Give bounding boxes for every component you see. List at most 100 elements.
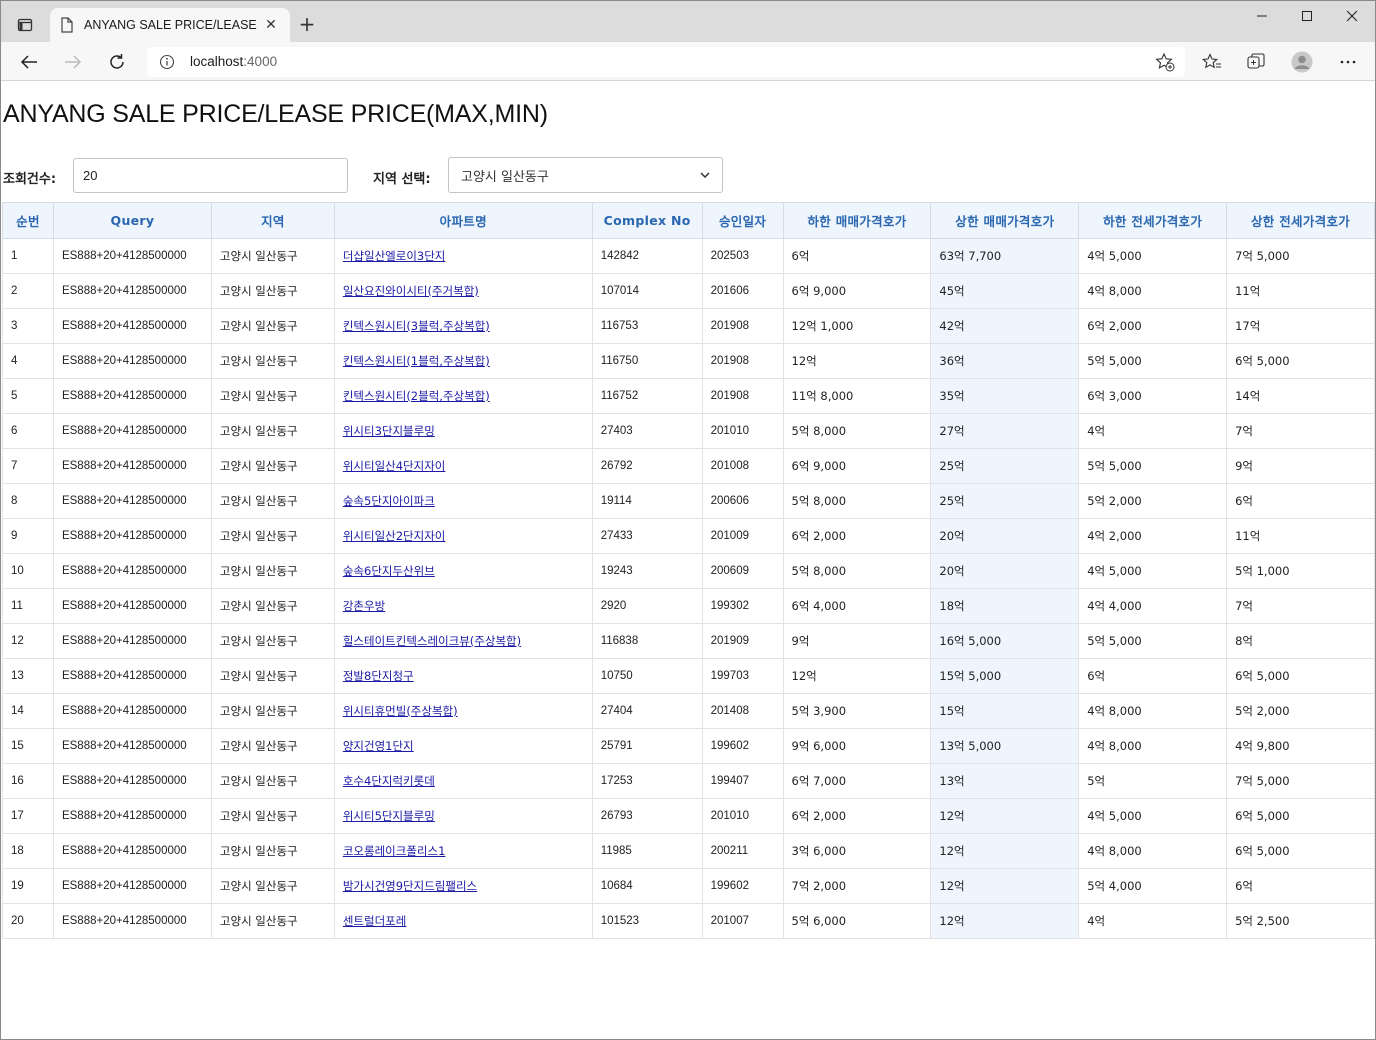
minimize-icon[interactable] [1239, 1, 1285, 31]
cell-col-apartment-name: 위시티5단지블루밍 [333, 798, 593, 834]
cell-col-complex-no: 26792 [591, 448, 703, 484]
cell-col-query: ES888+20+4128500000 [52, 763, 212, 799]
cell-col-index: 6 [2, 413, 54, 449]
cell-col-min-lease-price: 4억 5,000 [1078, 553, 1228, 589]
count-label: 조회건수: [3, 172, 57, 187]
page-icon [61, 17, 73, 33]
cell-col-index: 3 [2, 308, 54, 344]
cell-col-index: 20 [2, 903, 54, 939]
cell-col-complex-no: 27403 [591, 413, 703, 449]
apartment-link[interactable]: 코오롱레이크폴리스1 [343, 844, 446, 858]
cell-col-min-sale-price: 5억 3,900 [782, 693, 932, 729]
cell-col-approval-date: 200211 [701, 833, 784, 869]
cell-col-max-lease-price: 6억 [1226, 483, 1375, 519]
apartment-link[interactable]: 킨텍스원시티(2블럭,주상복합) [343, 389, 490, 403]
cell-col-region: 고양시 일산동구 [210, 833, 335, 869]
apartment-link[interactable]: 숲속6단지두산위브 [343, 564, 435, 578]
tab-actions-button[interactable] [11, 11, 39, 39]
more-menu-icon[interactable] [1334, 48, 1362, 76]
cell-col-complex-no: 26793 [591, 798, 703, 834]
cell-col-min-lease-price: 5억 2,000 [1078, 483, 1228, 519]
cell-col-index: 12 [2, 623, 54, 659]
apartment-link[interactable]: 위시티일산2단지자이 [343, 529, 446, 543]
cell-col-min-sale-price: 6억 9,000 [782, 273, 932, 309]
cell-col-max-lease-price: 7억 5,000 [1226, 238, 1375, 274]
cell-col-max-sale-price: 42억 [930, 308, 1080, 344]
table-row: 2 ES888+20+4128500000 고양시 일산동구 일산요진와이시티(주거복… [2, 273, 1375, 309]
cell-col-approval-date: 201007 [701, 903, 784, 939]
address-bar[interactable]: localhost:4000 [147, 47, 1185, 77]
cell-col-min-lease-price: 5억 5,000 [1078, 623, 1228, 659]
table-row: 18 ES888+20+4128500000 고양시 일산동구 코오롱레이크폴리스1 1… [2, 833, 1375, 869]
cell-col-complex-no: 2920 [591, 588, 703, 624]
cell-col-approval-date: 201908 [701, 343, 784, 379]
cell-col-min-lease-price: 4억 2,000 [1078, 518, 1228, 554]
cell-col-query: ES888+20+4128500000 [52, 623, 212, 659]
apartment-link[interactable]: 힐스테이트킨텍스레이크뷰(주상복합) [343, 634, 521, 648]
cell-col-apartment-name: 킨텍스원시티(2블럭,주상복합) [333, 378, 593, 414]
cell-col-max-sale-price: 20억 [930, 518, 1080, 554]
maximize-icon[interactable] [1284, 1, 1330, 31]
cell-col-apartment-name: 위시티휴먼빌(주상복합) [333, 693, 593, 729]
cell-col-min-lease-price: 6억 3,000 [1078, 378, 1228, 414]
cell-col-max-sale-price: 13억 5,000 [930, 728, 1080, 764]
apartment-link[interactable]: 더샵일산엘로이3단지 [343, 249, 446, 263]
cell-col-query: ES888+20+4128500000 [52, 448, 212, 484]
apartment-link[interactable]: 일산요진와이시티(주거복합) [343, 284, 479, 298]
cell-col-query: ES888+20+4128500000 [52, 378, 212, 414]
page-content: ANYANG SALE PRICE/LEASE PRICE(MAX,MIN) 조… [1, 82, 1375, 1039]
back-icon[interactable] [15, 48, 43, 76]
url-port: :4000 [243, 54, 278, 69]
apartment-link[interactable]: 정발8단지청구 [343, 669, 414, 683]
cell-col-region: 고양시 일산동구 [210, 903, 335, 939]
cell-col-max-sale-price: 13억 [930, 763, 1080, 799]
region-select[interactable]: 고양시 일산동구 [448, 157, 723, 193]
cell-col-approval-date: 201010 [701, 413, 784, 449]
cell-col-max-lease-price: 9억 [1226, 448, 1375, 484]
apartment-link[interactable]: 숲속5단지아이파크 [343, 494, 435, 508]
apartment-link[interactable]: 센트럴더포레 [343, 914, 406, 928]
apartment-link[interactable]: 위시티일산4단지자이 [343, 459, 446, 473]
chevron-down-icon [700, 172, 710, 178]
apartment-link[interactable]: 위시티휴먼빌(주상복합) [343, 704, 458, 718]
apartment-link[interactable]: 위시티3단지블루밍 [343, 424, 435, 438]
close-window-icon[interactable] [1329, 1, 1375, 31]
cell-col-min-sale-price: 11억 8,000 [782, 378, 932, 414]
cell-col-complex-no: 101523 [591, 903, 703, 939]
cell-col-max-lease-price: 5억 1,000 [1226, 553, 1375, 589]
cell-col-complex-no: 27433 [591, 518, 703, 554]
tab-close-icon[interactable]: ✕ [262, 17, 280, 33]
apartment-link[interactable]: 호수4단지럭키롯데 [343, 774, 435, 788]
cell-col-approval-date: 200609 [701, 553, 784, 589]
cell-col-approval-date: 201908 [701, 308, 784, 344]
cell-col-approval-date: 199302 [701, 588, 784, 624]
profile-avatar[interactable] [1288, 48, 1316, 76]
cell-col-min-sale-price: 5억 8,000 [782, 553, 932, 589]
new-tab-icon[interactable]: + [296, 12, 318, 36]
collections-icon[interactable] [1242, 48, 1270, 76]
forward-icon[interactable] [59, 48, 87, 76]
refresh-icon[interactable] [103, 48, 131, 76]
browser-window: ANYANG SALE PRICE/LEASE PRIC ✕ + localho… [0, 0, 1376, 1040]
header-col-complex-no: Complex No [591, 202, 703, 239]
apartment-link[interactable]: 킨텍스원시티(1블럭,주상복합) [343, 354, 490, 368]
cell-col-index: 18 [2, 833, 54, 869]
tab-active[interactable]: ANYANG SALE PRICE/LEASE PRIC ✕ [50, 8, 290, 42]
cell-col-query: ES888+20+4128500000 [52, 693, 212, 729]
apartment-link[interactable]: 킨텍스원시티(3블럭,주상복합) [343, 319, 490, 333]
cell-col-min-sale-price: 5억 8,000 [782, 483, 932, 519]
apartment-link[interactable]: 강촌우방 [343, 599, 385, 613]
apartment-link[interactable]: 밤가시건영9단지드림팰리스 [343, 879, 477, 893]
count-input[interactable] [73, 158, 348, 193]
add-favorite-icon[interactable] [1155, 52, 1175, 72]
cell-col-complex-no: 10684 [591, 868, 703, 904]
info-icon[interactable] [159, 54, 175, 70]
favorites-icon[interactable] [1198, 48, 1226, 76]
cell-col-complex-no: 17253 [591, 763, 703, 799]
cell-col-min-lease-price: 4억 8,000 [1078, 833, 1228, 869]
cell-col-index: 2 [2, 273, 54, 309]
table-row: 17 ES888+20+4128500000 고양시 일산동구 위시티5단지블루밍 26… [2, 798, 1375, 834]
apartment-link[interactable]: 위시티5단지블루밍 [343, 809, 435, 823]
cell-col-min-lease-price: 4억 [1078, 413, 1228, 449]
apartment-link[interactable]: 양지건영1단지 [343, 739, 414, 753]
